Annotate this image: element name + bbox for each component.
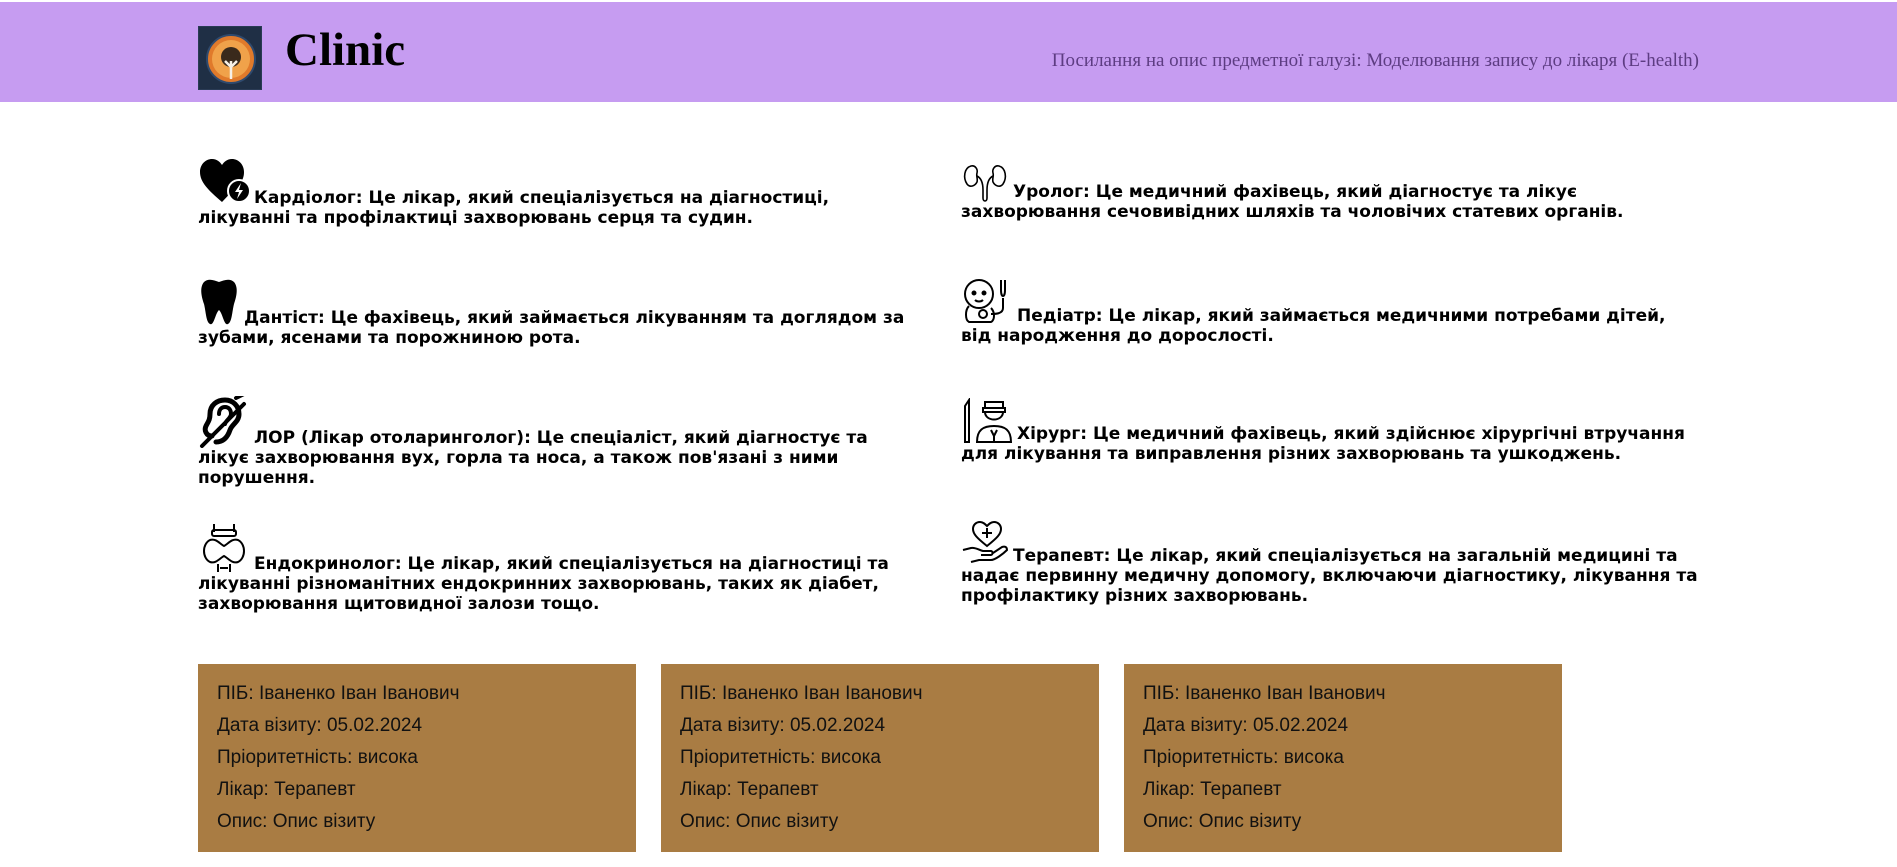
thyroid-icon (198, 522, 250, 574)
visit-patient-name: ПІБ: Іваненко Іван Іванович (1143, 683, 1386, 704)
visit-patient-name: ПІБ: Іваненко Іван Іванович (217, 683, 460, 704)
heart-icon (198, 156, 250, 208)
kidneys-icon (961, 162, 1009, 202)
visit-card[interactable]: ПІБ: Іваненко Іван Іванович Дата візиту:… (1124, 664, 1562, 852)
specialist-name: Уролог: (1013, 182, 1090, 202)
visit-doctor: Лікар: Терапевт (680, 779, 819, 800)
specialist-name: Терапевт: (1013, 546, 1111, 566)
heart-hand-icon (961, 520, 1009, 566)
tree-logo-icon[interactable] (198, 26, 262, 90)
visit-priority: Пріоритетність: висока (217, 747, 418, 768)
app-title: Clinic (285, 24, 406, 76)
visit-date: Дата візиту: 05.02.2024 (217, 715, 423, 736)
specialist-name: Педіатр: (1017, 306, 1103, 326)
visit-card[interactable]: ПІБ: Іваненко Іван Іванович Дата візиту:… (661, 664, 1099, 852)
visit-date: Дата візиту: 05.02.2024 (1143, 715, 1349, 736)
visit-date: Дата візиту: 05.02.2024 (680, 715, 886, 736)
visit-priority: Пріоритетність: висока (1143, 747, 1344, 768)
specialist-dentist: Дантіст: Це фахівець, який займається лі… (198, 276, 908, 348)
ear-icon (198, 396, 250, 448)
visit-patient-name: ПІБ: Іваненко Іван Іванович (680, 683, 923, 704)
baby-stethoscope-icon (961, 276, 1013, 326)
visit-card[interactable]: ПІБ: Іваненко Іван Іванович Дата візиту:… (198, 664, 636, 852)
specialist-pediatrician: Педіатр: Це лікар, який займається медич… (961, 276, 1701, 346)
specialist-ent: ЛОР (Лікар отоларинголог): Це спеціаліст… (198, 396, 908, 488)
specialist-urologist: Уролог: Це медичний фахівець, який діагн… (961, 162, 1701, 222)
specialist-name: Хірург: (1017, 424, 1088, 444)
visit-description: Опис: Опис візиту (217, 811, 376, 832)
visit-description: Опис: Опис візиту (1143, 811, 1302, 832)
visit-doctor: Лікар: Терапевт (217, 779, 356, 800)
specialist-endocrinologist: Ендокринолог: Це лікар, який спеціалізує… (198, 522, 908, 614)
visit-description: Опис: Опис візиту (680, 811, 839, 832)
visit-priority: Пріоритетність: висока (680, 747, 881, 768)
specialist-name: Ендокринолог: (254, 554, 402, 574)
specialist-name: Кардіолог: (254, 188, 363, 208)
specialist-surgeon: Хірург: Це медичний фахівець, який здійс… (961, 398, 1701, 464)
specialist-name: ЛОР (Лікар отоларинголог): (254, 428, 531, 448)
specialist-cardiologist: Кардіолог: Це лікар, який спеціалізуєтьс… (198, 156, 908, 228)
surgeon-icon (961, 398, 1013, 444)
tooth-icon (198, 276, 240, 328)
specialist-name: Дантіст: (244, 308, 325, 328)
domain-description-link[interactable]: Посилання на опис предметної галузі: Мод… (1052, 50, 1699, 72)
visit-doctor: Лікар: Терапевт (1143, 779, 1282, 800)
header: Clinic Посилання на опис предметної галу… (0, 2, 1897, 102)
specialist-therapist: Терапевт: Це лікар, який спеціалізується… (961, 520, 1701, 606)
